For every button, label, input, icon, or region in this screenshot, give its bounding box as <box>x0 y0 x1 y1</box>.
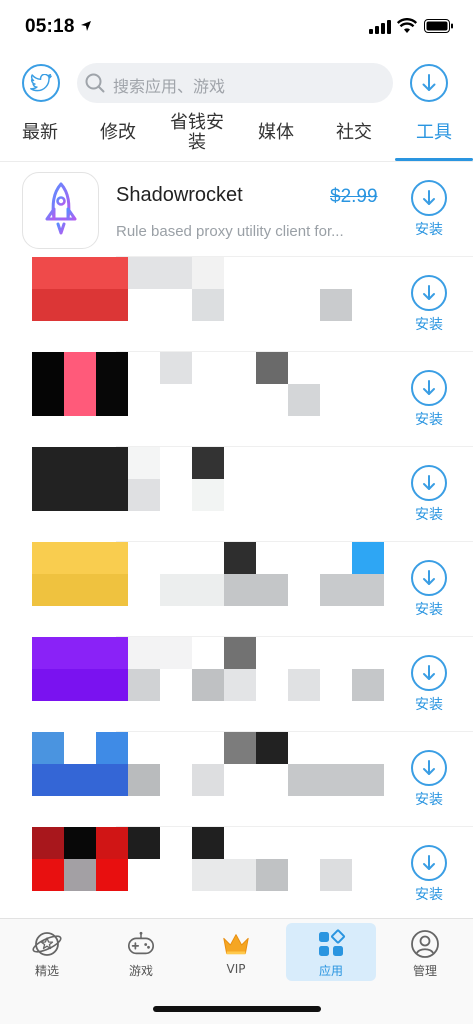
tab-tools[interactable]: 工具 <box>398 108 470 158</box>
search-icon <box>85 73 105 93</box>
active-tab-indicator <box>395 158 473 161</box>
tabbar-vip[interactable]: VIP <box>191 923 281 981</box>
category-tabs: 最新 修改 省钱安装 媒体 社交 工具 <box>0 108 473 162</box>
planet-star-icon <box>32 932 62 956</box>
download-circle <box>411 750 447 786</box>
tabbar-manage[interactable]: 管理 <box>380 923 470 981</box>
install-button[interactable]: 安装 <box>409 370 449 432</box>
app-icon[interactable] <box>22 172 99 249</box>
list-item[interactable]: 安装 <box>0 542 473 637</box>
install-label: 安装 <box>415 887 443 903</box>
tabbar-label: 游戏 <box>128 964 153 978</box>
list-item[interactable]: 安装 <box>0 732 473 827</box>
apps-grid-icon <box>319 929 345 956</box>
download-circle <box>411 560 447 596</box>
obscured-content <box>0 732 400 827</box>
install-label: 安装 <box>415 222 443 238</box>
location-arrow-icon <box>81 21 91 31</box>
obscured-content <box>0 827 400 918</box>
install-button[interactable]: 安装 <box>409 465 449 527</box>
install-label: 安装 <box>415 412 443 428</box>
install-label: 安装 <box>415 697 443 713</box>
download-arrow-icon <box>423 190 435 205</box>
install-label: 安装 <box>415 792 443 808</box>
battery-icon <box>424 19 453 33</box>
obscured-content <box>0 542 400 637</box>
downloads-button[interactable] <box>410 64 448 102</box>
download-arrow-icon <box>423 285 435 300</box>
download-arrow-icon <box>423 665 435 680</box>
download-circle <box>411 275 447 311</box>
search-placeholder: 搜索应用、游戏 <box>113 77 226 96</box>
tab-modified[interactable]: 修改 <box>82 108 154 158</box>
download-arrow-icon <box>423 760 435 775</box>
status-time: 05:18 <box>25 16 75 37</box>
list-item[interactable]: 安装 <box>0 827 473 918</box>
user-icon <box>411 930 439 958</box>
tabbar-label: 管理 <box>412 964 437 978</box>
obscured-content <box>0 637 400 732</box>
crown-icon <box>223 934 249 955</box>
download-circle <box>411 465 447 501</box>
app-price: $2.99 <box>330 186 378 207</box>
home-indicator[interactable] <box>153 1006 321 1012</box>
download-arrow-icon <box>423 380 435 395</box>
install-button[interactable]: 安装 <box>409 180 449 242</box>
status-bar: 05:18 <box>0 0 473 56</box>
app-list[interactable]: Shadowrocket $2.99 Rule based proxy util… <box>0 162 473 918</box>
tabbar-featured[interactable]: 精选 <box>2 923 92 981</box>
list-item[interactable]: 安装 <box>0 257 473 352</box>
gamepad-icon <box>127 931 155 955</box>
install-button[interactable]: 安装 <box>409 750 449 812</box>
list-item[interactable]: 安装 <box>0 352 473 447</box>
obscured-content <box>0 257 400 352</box>
install-button[interactable]: 安装 <box>409 845 449 907</box>
download-circle <box>411 180 447 216</box>
download-circle <box>411 370 447 406</box>
list-item[interactable]: 安装 <box>0 447 473 542</box>
wifi-icon <box>397 18 417 33</box>
app-description: Rule based proxy utility client for... <box>116 223 344 240</box>
twitter-bird-icon <box>30 74 52 92</box>
twitter-button[interactable] <box>22 64 60 102</box>
tabbar-apps[interactable]: 应用 <box>286 923 376 981</box>
tab-social[interactable]: 社交 <box>318 108 390 158</box>
app-name[interactable]: Shadowrocket <box>116 184 243 207</box>
obscured-content <box>0 447 400 542</box>
tabbar-label: 精选 <box>34 964 59 978</box>
tab-latest[interactable]: 最新 <box>4 108 76 158</box>
tabbar-games[interactable]: 游戏 <box>96 923 186 981</box>
install-button[interactable]: 安装 <box>409 655 449 717</box>
header: 搜索应用、游戏 <box>0 56 473 112</box>
download-arrow-icon <box>423 570 435 585</box>
install-label: 安装 <box>415 317 443 333</box>
list-item[interactable]: 安装 <box>0 637 473 732</box>
install-button[interactable]: 安装 <box>409 560 449 622</box>
install-label: 安装 <box>415 602 443 618</box>
tabbar-label: VIP <box>226 962 246 976</box>
download-circle <box>411 655 447 691</box>
tab-save-install[interactable]: 省钱安装 <box>162 108 232 158</box>
list-item[interactable]: Shadowrocket $2.99 Rule based proxy util… <box>0 162 473 257</box>
cellular-signal-icon <box>369 20 391 34</box>
search-input[interactable]: 搜索应用、游戏 <box>77 63 393 103</box>
obscured-content <box>0 352 400 447</box>
rocket-icon <box>45 182 76 234</box>
install-label: 安装 <box>415 507 443 523</box>
install-button[interactable]: 安装 <box>409 275 449 337</box>
tabbar-label: 应用 <box>318 964 343 978</box>
download-arrow-icon <box>422 74 436 91</box>
download-arrow-icon <box>423 475 435 490</box>
download-circle <box>411 845 447 881</box>
download-arrow-icon <box>423 855 435 870</box>
tab-media[interactable]: 媒体 <box>240 108 312 158</box>
